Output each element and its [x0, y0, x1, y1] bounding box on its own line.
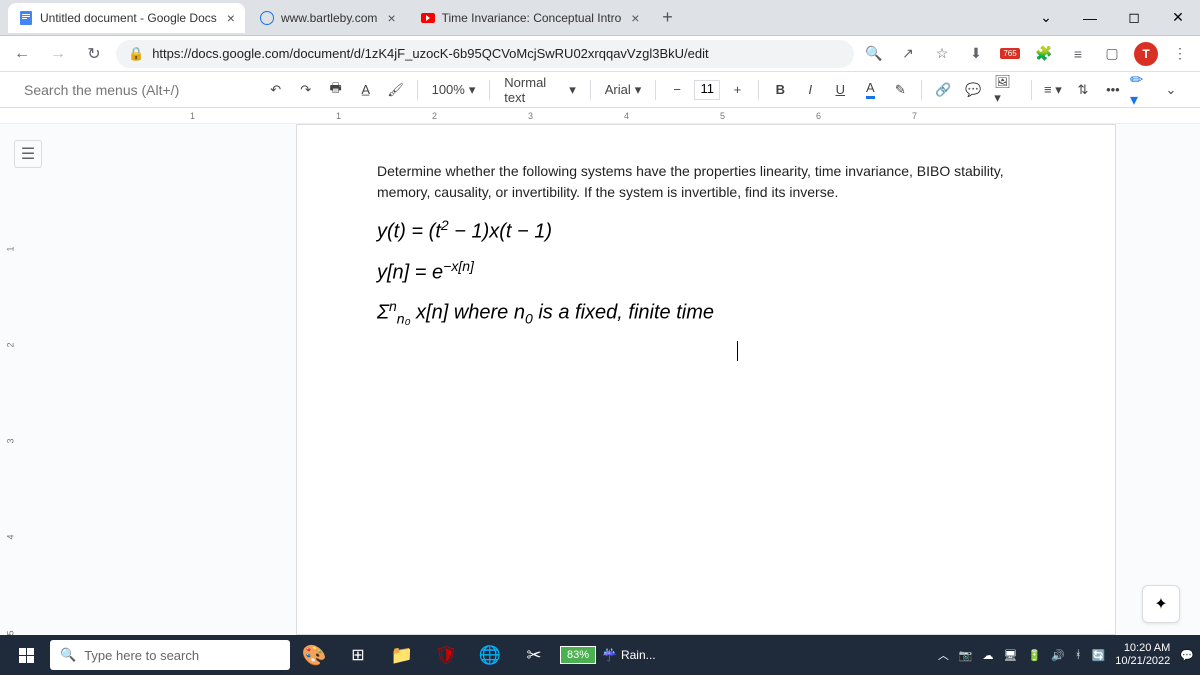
new-tab-button[interactable]: + — [653, 4, 681, 32]
docs-toolbar: ↶ ↷ 🖶 A̲ 🖌 100% ▾ Normal text ▾ Arial ▾ … — [0, 72, 1200, 108]
spellcheck-button[interactable]: A̲ — [353, 77, 379, 103]
address-bar: ← → ↻ 🔒 https://docs.google.com/document… — [0, 36, 1200, 72]
tab-google-docs[interactable]: Untitled document - Google Docs × — [8, 3, 245, 33]
system-tray: ︿ 📷 ☁ 🖥 🔋 🔊 ᚼ 🔄 10:20 AM 10/21/2022 💬 — [938, 642, 1194, 668]
browser-tab-strip: Untitled document - Google Docs × www.ba… — [0, 0, 1200, 36]
document-page[interactable]: Determine whether the following systems … — [296, 124, 1116, 635]
tab-title: Untitled document - Google Docs — [40, 11, 217, 25]
mcafee-icon[interactable]: 🛡 — [426, 635, 466, 675]
decrease-font-button[interactable]: − — [664, 77, 690, 103]
share-icon[interactable]: ↗ — [896, 42, 920, 66]
lock-icon: 🔒 — [128, 46, 144, 62]
taskbar-clock[interactable]: 10:20 AM 10/21/2022 — [1115, 642, 1170, 668]
font-size-input[interactable]: 11 — [694, 80, 720, 100]
tab-title: Time Invariance: Conceptual Intro — [442, 11, 622, 25]
tray-chevron-icon[interactable]: ︿ — [938, 647, 949, 663]
line-spacing-button[interactable]: ⇅ — [1070, 77, 1096, 103]
outline-button[interactable]: ☰ — [14, 140, 42, 168]
intro-paragraph: Determine whether the following systems … — [377, 161, 1035, 203]
tab-title: www.bartleby.com — [281, 11, 377, 25]
paint-format-button[interactable]: 🖌 — [383, 77, 409, 103]
close-icon[interactable]: × — [227, 10, 235, 26]
windows-taskbar: 🔍 Type here to search 🎨 ⊞ 📁 🛡 🌐 ✂ 83% ☔R… — [0, 635, 1200, 675]
sync-icon[interactable]: 🔄 — [1092, 649, 1106, 662]
close-window-button[interactable]: ✕ — [1164, 4, 1192, 32]
text-cursor — [377, 341, 1035, 361]
font-select[interactable]: Arial ▾ — [599, 82, 648, 98]
volume-icon[interactable]: 🔊 — [1051, 649, 1065, 662]
redo-button[interactable]: ↷ — [293, 77, 319, 103]
equation-2: y[n] = e−x[n] — [377, 258, 1035, 285]
battery-indicator[interactable]: 83% — [558, 635, 598, 675]
editing-mode-button[interactable]: ✏ ▾ — [1130, 70, 1154, 110]
horizontal-ruler[interactable]: 1 1 2 3 4 5 6 7 — [0, 108, 1200, 124]
close-icon[interactable]: × — [631, 10, 639, 26]
close-icon[interactable]: × — [387, 10, 395, 26]
align-button[interactable]: ≡ ▾ — [1040, 77, 1066, 103]
zoom-select[interactable]: 100% ▾ — [426, 82, 482, 98]
tab-youtube[interactable]: Time Invariance: Conceptual Intro × — [410, 3, 650, 33]
paragraph-style-select[interactable]: Normal text ▾ — [498, 75, 582, 105]
minimize-button[interactable]: — — [1076, 4, 1104, 32]
tab-overview-icon[interactable]: ▢ — [1100, 42, 1124, 66]
document-area: ☰ 1 2 3 4 5 Determine whether the follow… — [0, 124, 1200, 635]
search-icon[interactable]: 🔍 — [862, 42, 886, 66]
bluetooth-icon[interactable]: ᚼ — [1075, 649, 1082, 661]
maximize-button[interactable]: ◻ — [1120, 4, 1148, 32]
bold-button[interactable]: B — [767, 77, 793, 103]
url-input[interactable]: 🔒 https://docs.google.com/document/d/1zK… — [116, 40, 854, 68]
onedrive-icon[interactable]: ☁ — [983, 649, 994, 662]
search-menus-input[interactable] — [16, 77, 259, 103]
docs-icon — [18, 10, 34, 26]
window-controls: ⌄ — ◻ ✕ — [1032, 4, 1192, 32]
battery-icon[interactable]: 🔋 — [1028, 649, 1042, 662]
link-button[interactable]: 🔗 — [930, 77, 956, 103]
italic-button[interactable]: I — [797, 77, 823, 103]
security-icon[interactable]: 🖥 — [1004, 649, 1018, 662]
collapse-toolbar-button[interactable]: ⌄ — [1158, 77, 1184, 103]
start-button[interactable] — [6, 635, 46, 675]
undo-button[interactable]: ↶ — [263, 77, 289, 103]
globe-icon — [259, 10, 275, 26]
increase-font-button[interactable]: + — [724, 77, 750, 103]
comment-button[interactable]: 💬 — [960, 77, 986, 103]
image-button[interactable]: 🖼 ▾ — [990, 77, 1023, 103]
print-button[interactable]: 🖶 — [323, 77, 349, 103]
highlight-button[interactable]: ✎ — [887, 77, 913, 103]
explore-button[interactable]: ✦ — [1142, 585, 1180, 623]
underline-button[interactable]: U — [827, 77, 853, 103]
star-icon[interactable]: ☆ — [930, 42, 954, 66]
reload-button[interactable]: ↻ — [80, 40, 108, 68]
chevron-down-icon[interactable]: ⌄ — [1032, 4, 1060, 32]
chrome-icon[interactable]: 🌐 — [470, 635, 510, 675]
youtube-icon — [420, 10, 436, 26]
taskbar-colorful-icon[interactable]: 🎨 — [294, 635, 334, 675]
puzzle-icon[interactable]: 🧩 — [1032, 42, 1056, 66]
taskbar-search[interactable]: 🔍 Type here to search — [50, 640, 290, 670]
text-color-button[interactable]: A — [857, 77, 883, 103]
forward-button[interactable]: → — [44, 40, 72, 68]
tab-bartleby[interactable]: www.bartleby.com × — [249, 3, 406, 33]
more-button[interactable]: ••• — [1100, 77, 1126, 103]
weather-widget[interactable]: ☔Rain... — [602, 635, 656, 675]
reading-list-icon[interactable]: ≡ — [1066, 42, 1090, 66]
profile-avatar[interactable]: T — [1134, 42, 1158, 66]
url-text: https://docs.google.com/document/d/1zK4j… — [152, 46, 708, 61]
vertical-ruler[interactable]: 1 2 3 4 5 — [8, 184, 24, 635]
search-icon: 🔍 — [60, 647, 76, 663]
task-view-button[interactable]: ⊞ — [338, 635, 378, 675]
notifications-icon[interactable]: 💬 — [1180, 649, 1194, 662]
extension-icon[interactable]: 765 — [998, 42, 1022, 66]
snip-icon[interactable]: ✂ — [514, 635, 554, 675]
back-button[interactable]: ← — [8, 40, 36, 68]
equation-1: y(t) = (t2 − 1)x(t − 1) — [377, 217, 1035, 244]
meet-now-icon[interactable]: 📷 — [959, 649, 973, 662]
download-icon[interactable]: ⬇ — [964, 42, 988, 66]
equation-3: Σnn₀ x[n] where n0 is a fixed, finite ti… — [377, 298, 1035, 327]
menu-icon[interactable]: ⋮ — [1168, 42, 1192, 66]
file-explorer-icon[interactable]: 📁 — [382, 635, 422, 675]
